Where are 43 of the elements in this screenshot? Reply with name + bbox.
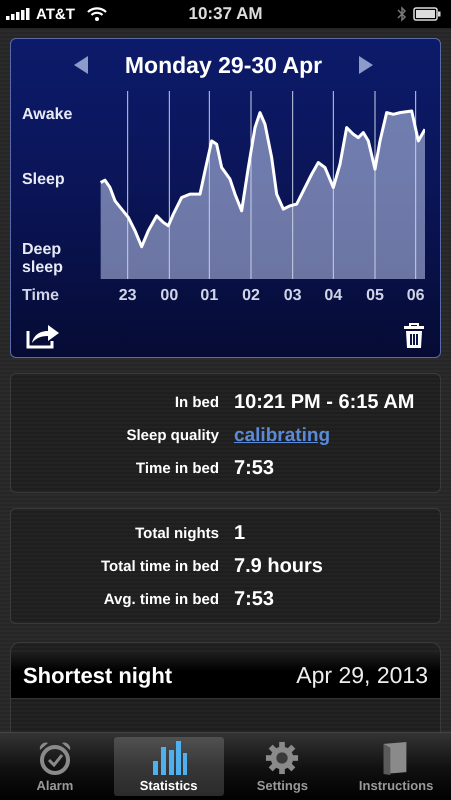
tab[interactable]: Alarm — [0, 737, 110, 796]
stat-value: 10:21 PM - 6:15 AM — [234, 391, 414, 414]
hour-label: 03 — [284, 287, 302, 305]
tab[interactable]: Settings — [228, 737, 338, 796]
sleep-level-label: Awake — [22, 106, 74, 124]
hour-label: 02 — [242, 287, 260, 305]
carrier-name: AT&T — [36, 6, 75, 22]
trash-icon[interactable] — [403, 323, 425, 349]
hour-label: 06 — [406, 287, 425, 305]
next-arrow-icon[interactable] — [358, 55, 374, 75]
time-axis-label: Time — [22, 287, 60, 305]
hour-label: 05 — [366, 287, 384, 305]
tab[interactable]: Instructions — [341, 737, 451, 796]
gear-icon — [264, 741, 300, 775]
hour-label: 23 — [118, 287, 137, 305]
sleep-level-label: Sleep — [22, 171, 66, 189]
bar-chart-icon — [150, 741, 187, 775]
share-icon[interactable] — [26, 323, 60, 349]
date-title: Monday 29-30 Apr — [124, 52, 322, 78]
stat-value: 7:53 — [234, 588, 274, 611]
hour-label: 04 — [324, 287, 342, 305]
wifi-icon — [86, 7, 107, 21]
stat-label: Total nights — [134, 525, 219, 542]
bluetooth-icon — [397, 6, 407, 22]
battery-icon — [413, 7, 441, 21]
sleep-quality-link[interactable]: calibrating — [234, 424, 330, 446]
stat-label: In bed — [174, 394, 219, 411]
stat-label: Avg. time in bed — [102, 591, 219, 608]
stat-label: Total time in bed — [100, 558, 219, 575]
previous-arrow-icon[interactable] — [72, 55, 89, 75]
sleep-level-label: Deep sleep — [22, 241, 64, 277]
hour-label: 01 — [200, 287, 218, 305]
stat-value: 7.9 hours — [234, 555, 323, 578]
stat-label: Time in bed — [134, 460, 219, 477]
stat-value: 1 — [234, 522, 246, 545]
record-label: Shortest night — [23, 662, 172, 688]
stat-label: Sleep quality — [125, 427, 219, 444]
clock-time: 10:37 AM — [188, 4, 262, 24]
stat-value: 7:53 — [234, 457, 274, 480]
hour-label: 00 — [160, 287, 178, 305]
signal-icon — [6, 8, 30, 20]
record-date: Apr 29, 2013 — [296, 662, 428, 689]
tab[interactable]: Statistics — [114, 737, 224, 796]
